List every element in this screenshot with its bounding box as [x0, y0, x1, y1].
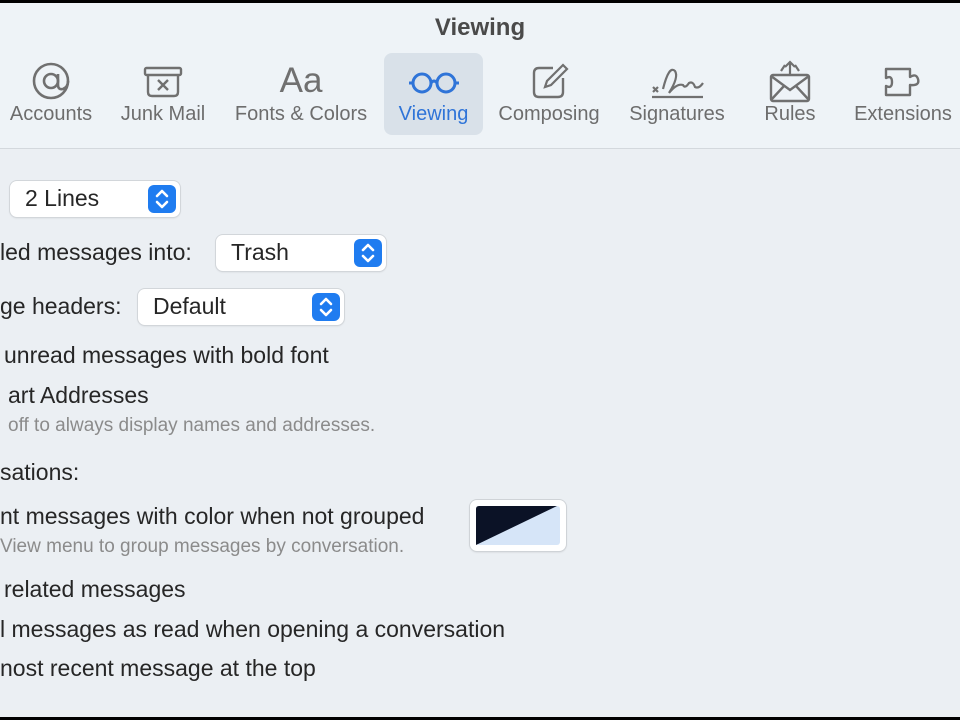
- tab-label: Junk Mail: [120, 103, 206, 125]
- move-discarded-label: led messages into:: [0, 239, 192, 265]
- highlight-color-well[interactable]: [470, 500, 566, 551]
- at-icon: [4, 59, 98, 103]
- tab-accounts[interactable]: Accounts: [4, 53, 98, 135]
- popup-chevrons-icon: [312, 293, 340, 321]
- window-title: Viewing: [434, 14, 526, 41]
- signature-icon: [622, 59, 732, 103]
- smart-addresses-note: off to always display names and addresse…: [8, 415, 376, 436]
- junk-mail-icon: [114, 59, 212, 103]
- conversations-heading: sations:: [0, 459, 80, 485]
- tab-signatures[interactable]: Signatures: [622, 53, 732, 135]
- tab-label: Signatures: [629, 103, 725, 125]
- bold-unread-checkbox-label[interactable]: unread messages with bold font: [4, 342, 329, 369]
- popup-value: Trash: [231, 239, 289, 265]
- message-headers-label: ge headers:: [0, 293, 122, 319]
- tab-rules[interactable]: Rules: [750, 53, 830, 135]
- tab-extensions[interactable]: Extensions: [848, 53, 958, 135]
- popup-chevrons-icon: [148, 185, 176, 213]
- preferences-window: Viewing Accounts Junk Mail Aa Fonts & Co…: [0, 3, 960, 717]
- related-messages-checkbox-label[interactable]: related messages: [4, 576, 186, 603]
- rules-icon: [750, 59, 830, 103]
- move-discarded-popup[interactable]: Trash: [216, 235, 386, 271]
- tab-label: Fonts & Colors: [234, 103, 368, 125]
- glasses-icon: [384, 59, 483, 103]
- recent-top-checkbox-label[interactable]: nost recent message at the top: [0, 655, 316, 682]
- tab-viewing[interactable]: Viewing: [384, 53, 483, 135]
- popup-value: 2 Lines: [25, 185, 100, 211]
- highlight-color-note: View menu to group messages by conversat…: [0, 536, 405, 557]
- tab-label: Viewing: [398, 103, 469, 125]
- smart-addresses-checkbox-label[interactable]: art Addresses: [8, 382, 149, 409]
- tab-label: Rules: [764, 103, 816, 125]
- tab-label: Extensions: [854, 103, 952, 125]
- fonts-icon: Aa: [228, 59, 374, 103]
- compose-icon: [492, 59, 606, 103]
- tab-composing[interactable]: Composing: [492, 53, 606, 135]
- popup-value: Default: [153, 293, 226, 319]
- highlight-color-checkbox-label[interactable]: nt messages with color when not grouped: [0, 503, 424, 530]
- tab-label: Composing: [498, 103, 600, 125]
- toolbar: Viewing Accounts Junk Mail Aa Fonts & Co…: [0, 3, 960, 149]
- tab-label: Accounts: [9, 103, 93, 125]
- fonts-glyph: Aa: [279, 61, 323, 100]
- message-headers-popup[interactable]: Default: [138, 289, 344, 325]
- mark-read-checkbox-label[interactable]: l messages as read when opening a conver…: [0, 616, 505, 643]
- tab-junk-mail[interactable]: Junk Mail: [114, 53, 212, 135]
- list-preview-popup[interactable]: 2 Lines: [10, 181, 180, 217]
- color-swatch: [476, 506, 560, 545]
- puzzle-icon: [848, 59, 958, 103]
- tab-fonts-colors[interactable]: Aa Fonts & Colors: [228, 53, 374, 135]
- popup-chevrons-icon: [354, 239, 382, 267]
